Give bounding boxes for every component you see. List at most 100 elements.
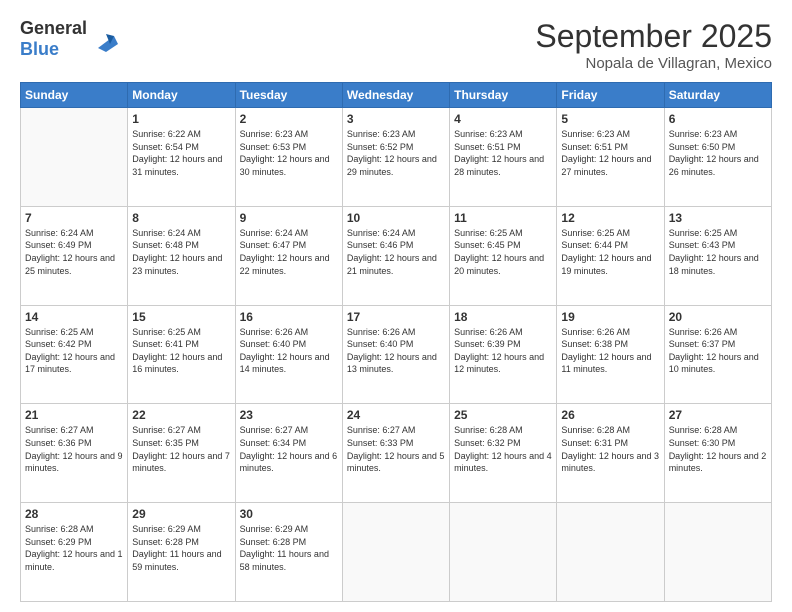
cell-info: Sunrise: 6:24 AMSunset: 6:47 PMDaylight:… [240, 227, 338, 277]
cell-info: Sunrise: 6:25 AMSunset: 6:44 PMDaylight:… [561, 227, 659, 277]
calendar-cell: 3 Sunrise: 6:23 AMSunset: 6:52 PMDaylight… [342, 108, 449, 207]
day-number: 29 [132, 507, 230, 521]
day-number: 26 [561, 408, 659, 422]
cell-info: Sunrise: 6:24 AMSunset: 6:46 PMDaylight:… [347, 227, 445, 277]
calendar-week-2: 14Sunrise: 6:25 AMSunset: 6:42 PMDayligh… [21, 305, 772, 404]
cell-info: Sunrise: 6:23 AMSunset: 6:53 PMDaylight:… [240, 128, 338, 178]
cell-info: Sunrise: 6:29 AMSunset: 6:28 PMDaylight:… [240, 523, 338, 573]
day-number: 11 [454, 211, 552, 225]
calendar-cell: 17 Sunrise: 6:26 AMSunset: 6:40 PMDayligh… [342, 305, 449, 404]
logo-general: General [20, 18, 87, 38]
day-number: 14 [25, 310, 123, 324]
calendar-cell: 19Sunrise: 6:26 AMSunset: 6:38 PMDayligh… [557, 305, 664, 404]
calendar-cell: 11 Sunrise: 6:25 AMSunset: 6:45 PMDayligh… [450, 206, 557, 305]
calendar-cell: 15 Sunrise: 6:25 AMSunset: 6:41 PMDayligh… [128, 305, 235, 404]
day-number: 19 [561, 310, 659, 324]
cell-info: Sunrise: 6:25 AMSunset: 6:41 PMDaylight:… [132, 326, 230, 376]
day-number: 18 [454, 310, 552, 324]
col-monday: Monday [128, 83, 235, 108]
calendar-cell [557, 503, 664, 602]
calendar-cell: 30 Sunrise: 6:29 AMSunset: 6:28 PMDayligh… [235, 503, 342, 602]
calendar-cell: 7 Sunrise: 6:24 AMSunset: 6:49 PMDaylight… [21, 206, 128, 305]
cell-info: Sunrise: 6:28 AMSunset: 6:30 PMDaylight:… [669, 424, 767, 474]
logo-text: General Blue [20, 18, 87, 59]
day-number: 23 [240, 408, 338, 422]
cell-info: Sunrise: 6:27 AMSunset: 6:35 PMDaylight:… [132, 424, 230, 474]
cell-info: Sunrise: 6:28 AMSunset: 6:31 PMDaylight:… [561, 424, 659, 474]
page: General Blue September 2025 Nopala de Vi… [0, 0, 792, 612]
cell-info: Sunrise: 6:23 AMSunset: 6:51 PMDaylight:… [561, 128, 659, 178]
header: General Blue September 2025 Nopala de Vi… [20, 18, 772, 72]
calendar-cell: 5 Sunrise: 6:23 AMSunset: 6:51 PMDaylight… [557, 108, 664, 207]
cell-info: Sunrise: 6:27 AMSunset: 6:33 PMDaylight:… [347, 424, 445, 474]
calendar-header-row: Sunday Monday Tuesday Wednesday Thursday… [21, 83, 772, 108]
day-number: 25 [454, 408, 552, 422]
calendar-cell: 9 Sunrise: 6:24 AMSunset: 6:47 PMDaylight… [235, 206, 342, 305]
col-wednesday: Wednesday [342, 83, 449, 108]
calendar-week-0: 1 Sunrise: 6:22 AMSunset: 6:54 PMDaylight… [21, 108, 772, 207]
calendar-cell: 25 Sunrise: 6:28 AMSunset: 6:32 PMDayligh… [450, 404, 557, 503]
day-number: 21 [25, 408, 123, 422]
calendar-cell: 2Sunrise: 6:23 AMSunset: 6:53 PMDaylight… [235, 108, 342, 207]
day-number: 28 [25, 507, 123, 521]
calendar-cell: 6Sunrise: 6:23 AMSunset: 6:50 PMDaylight… [664, 108, 771, 207]
calendar-cell [450, 503, 557, 602]
calendar-week-3: 21Sunrise: 6:27 AMSunset: 6:36 PMDayligh… [21, 404, 772, 503]
cell-info: Sunrise: 6:23 AMSunset: 6:51 PMDaylight:… [454, 128, 552, 178]
calendar-cell: 28 Sunrise: 6:28 AMSunset: 6:29 PMDayligh… [21, 503, 128, 602]
logo-icon [90, 24, 122, 56]
calendar-cell: 1 Sunrise: 6:22 AMSunset: 6:54 PMDaylight… [128, 108, 235, 207]
cell-info: Sunrise: 6:24 AMSunset: 6:48 PMDaylight:… [132, 227, 230, 277]
calendar-cell: 21Sunrise: 6:27 AMSunset: 6:36 PMDayligh… [21, 404, 128, 503]
calendar-body: 1 Sunrise: 6:22 AMSunset: 6:54 PMDaylight… [21, 108, 772, 602]
calendar-cell: 22Sunrise: 6:27 AMSunset: 6:35 PMDayligh… [128, 404, 235, 503]
day-number: 8 [132, 211, 230, 225]
cell-info: Sunrise: 6:28 AMSunset: 6:32 PMDaylight:… [454, 424, 552, 474]
day-number: 30 [240, 507, 338, 521]
cell-info: Sunrise: 6:23 AMSunset: 6:52 PMDaylight:… [347, 128, 445, 178]
cell-info: Sunrise: 6:24 AMSunset: 6:49 PMDaylight:… [25, 227, 123, 277]
col-thursday: Thursday [450, 83, 557, 108]
day-number: 10 [347, 211, 445, 225]
calendar-cell: 20 Sunrise: 6:26 AMSunset: 6:37 PMDayligh… [664, 305, 771, 404]
logo: General Blue [20, 18, 122, 59]
calendar-table: Sunday Monday Tuesday Wednesday Thursday… [20, 82, 772, 602]
calendar-cell [21, 108, 128, 207]
day-number: 24 [347, 408, 445, 422]
calendar-week-1: 7 Sunrise: 6:24 AMSunset: 6:49 PMDaylight… [21, 206, 772, 305]
day-number: 15 [132, 310, 230, 324]
day-number: 9 [240, 211, 338, 225]
day-number: 3 [347, 112, 445, 126]
cell-info: Sunrise: 6:26 AMSunset: 6:40 PMDaylight:… [347, 326, 445, 376]
day-number: 17 [347, 310, 445, 324]
day-number: 1 [132, 112, 230, 126]
calendar-cell [664, 503, 771, 602]
calendar-cell: 4Sunrise: 6:23 AMSunset: 6:51 PMDaylight… [450, 108, 557, 207]
cell-info: Sunrise: 6:28 AMSunset: 6:29 PMDaylight:… [25, 523, 123, 573]
day-number: 13 [669, 211, 767, 225]
calendar-cell: 13 Sunrise: 6:25 AMSunset: 6:43 PMDayligh… [664, 206, 771, 305]
day-number: 5 [561, 112, 659, 126]
calendar-cell: 24 Sunrise: 6:27 AMSunset: 6:33 PMDayligh… [342, 404, 449, 503]
calendar-cell: 12Sunrise: 6:25 AMSunset: 6:44 PMDayligh… [557, 206, 664, 305]
cell-info: Sunrise: 6:22 AMSunset: 6:54 PMDaylight:… [132, 128, 230, 178]
calendar-cell [342, 503, 449, 602]
calendar-cell: 26 Sunrise: 6:28 AMSunset: 6:31 PMDayligh… [557, 404, 664, 503]
day-number: 20 [669, 310, 767, 324]
col-friday: Friday [557, 83, 664, 108]
location-subtitle: Nopala de Villagran, Mexico [535, 55, 772, 72]
day-number: 27 [669, 408, 767, 422]
calendar-cell: 23 Sunrise: 6:27 AMSunset: 6:34 PMDayligh… [235, 404, 342, 503]
cell-info: Sunrise: 6:26 AMSunset: 6:37 PMDaylight:… [669, 326, 767, 376]
day-number: 16 [240, 310, 338, 324]
cell-info: Sunrise: 6:25 AMSunset: 6:43 PMDaylight:… [669, 227, 767, 277]
col-sunday: Sunday [21, 83, 128, 108]
col-tuesday: Tuesday [235, 83, 342, 108]
calendar-cell: 16Sunrise: 6:26 AMSunset: 6:40 PMDayligh… [235, 305, 342, 404]
month-title: September 2025 [535, 18, 772, 55]
cell-info: Sunrise: 6:27 AMSunset: 6:34 PMDaylight:… [240, 424, 338, 474]
day-number: 7 [25, 211, 123, 225]
cell-info: Sunrise: 6:26 AMSunset: 6:39 PMDaylight:… [454, 326, 552, 376]
calendar-week-4: 28 Sunrise: 6:28 AMSunset: 6:29 PMDayligh… [21, 503, 772, 602]
cell-info: Sunrise: 6:25 AMSunset: 6:45 PMDaylight:… [454, 227, 552, 277]
